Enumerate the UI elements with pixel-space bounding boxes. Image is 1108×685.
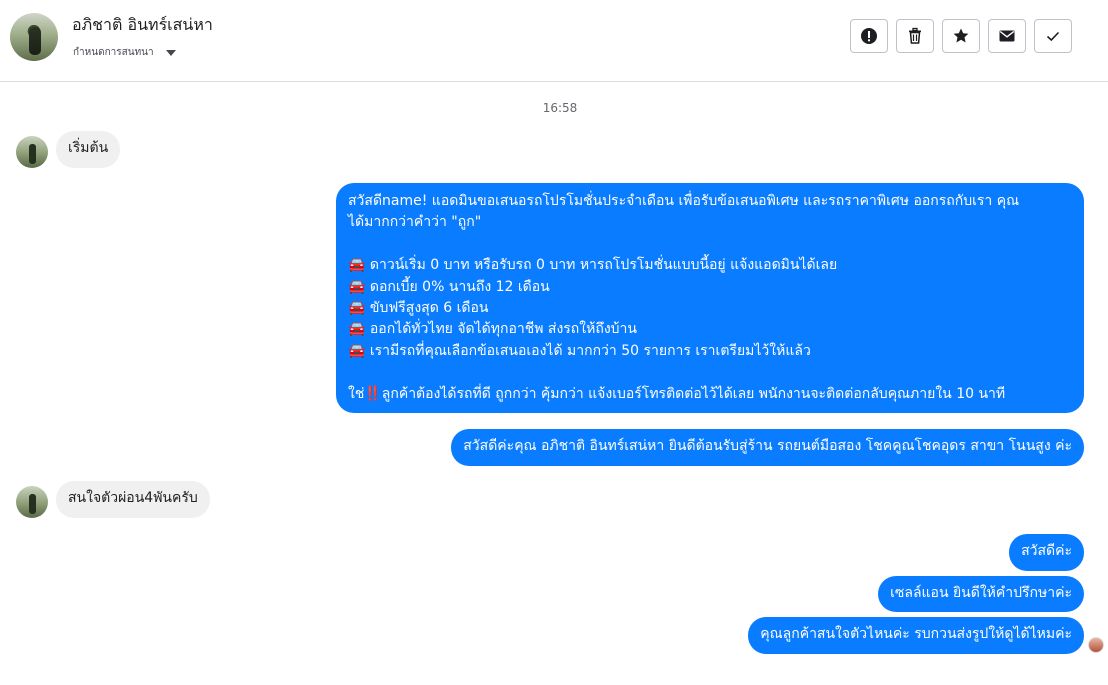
conversation-header: อภิชาติ อินทร์เสน่หา กำหนดการสนทนา [0,0,1108,82]
star-icon [953,28,969,43]
message-line: 🚘 ดาวน์เริ่ม 0 บาท หรือรับรถ 0 บาท หารถโ… [348,257,838,274]
mark-unread-button[interactable] [988,19,1026,53]
mark-done-button[interactable] [1034,19,1072,53]
outgoing-message[interactable]: คุณลูกค้าสนใจตัวไหนค่ะ รบกวนส่งรูปให้ดูไ… [748,617,1084,654]
manage-conversation-dropdown[interactable]: กำหนดการสนทนา [73,45,176,60]
incoming-message[interactable]: สนใจตัวผ่อน4พันครับ [56,481,210,518]
contact-avatar-small[interactable] [16,136,48,168]
contact-avatar[interactable] [10,13,58,61]
trash-icon [909,27,921,44]
outgoing-message[interactable]: เซลล์แอน ยินดีให้คำปรึกษาค่ะ [878,576,1084,612]
message-line: 🚘 เรามีรถที่คุณเลือกข้อเสนอเองได้ มากกว่… [348,342,811,359]
outgoing-message[interactable]: สวัสดีค่ะ [1009,534,1084,571]
message-line: 🚘 ขับฟรีสูงสุด 6 เดือน [348,300,489,317]
seen-by-avatar [1088,637,1104,653]
delete-button[interactable] [896,19,934,53]
caret-down-icon [165,49,176,56]
message-line: 🚘 ออกได้ทั่วไทย จัดได้ทุกอาชีพ ส่งรถให้ถ… [348,321,637,338]
outgoing-message-promo[interactable]: สวัสดีname! แอดมินขอเสนอรถโปรโมชั่นประจำ… [336,183,1084,414]
message-line: 🚘 ดอกเบี้ย 0% นานถึง 12 เดือน [348,278,550,295]
message-line: ใช่‼️ลูกค้าต้องได้รถที่ดี ถูกกว่า คุ้มกว… [348,385,1006,402]
message-line: ได้มากกว่าคำว่า "ถูก" [348,214,482,231]
contact-avatar-small[interactable] [16,486,48,518]
mark-spam-button[interactable] [850,19,888,53]
header-toolbar [850,19,1072,53]
contact-name[interactable]: อภิชาติ อินทร์เสน่หา [72,13,213,38]
message-timestamp: 16:58 [542,101,578,115]
message-line-blank [348,362,1072,383]
star-button[interactable] [942,19,980,53]
outgoing-message[interactable]: สวัสดีค่ะคุณ อภิชาติ อินทร์เสน่หา ยินดีต… [451,429,1084,466]
mail-icon [999,30,1015,42]
check-icon [1046,31,1060,42]
incoming-message[interactable]: เริ่มต้น [56,131,121,168]
message-line: สวัสดีname! แอดมินขอเสนอรถโปรโมชั่นประจำ… [348,193,1020,209]
message-line-blank [348,234,1072,255]
alert-icon [861,28,877,44]
manage-conversation-label: กำหนดการสนทนา [73,47,154,58]
